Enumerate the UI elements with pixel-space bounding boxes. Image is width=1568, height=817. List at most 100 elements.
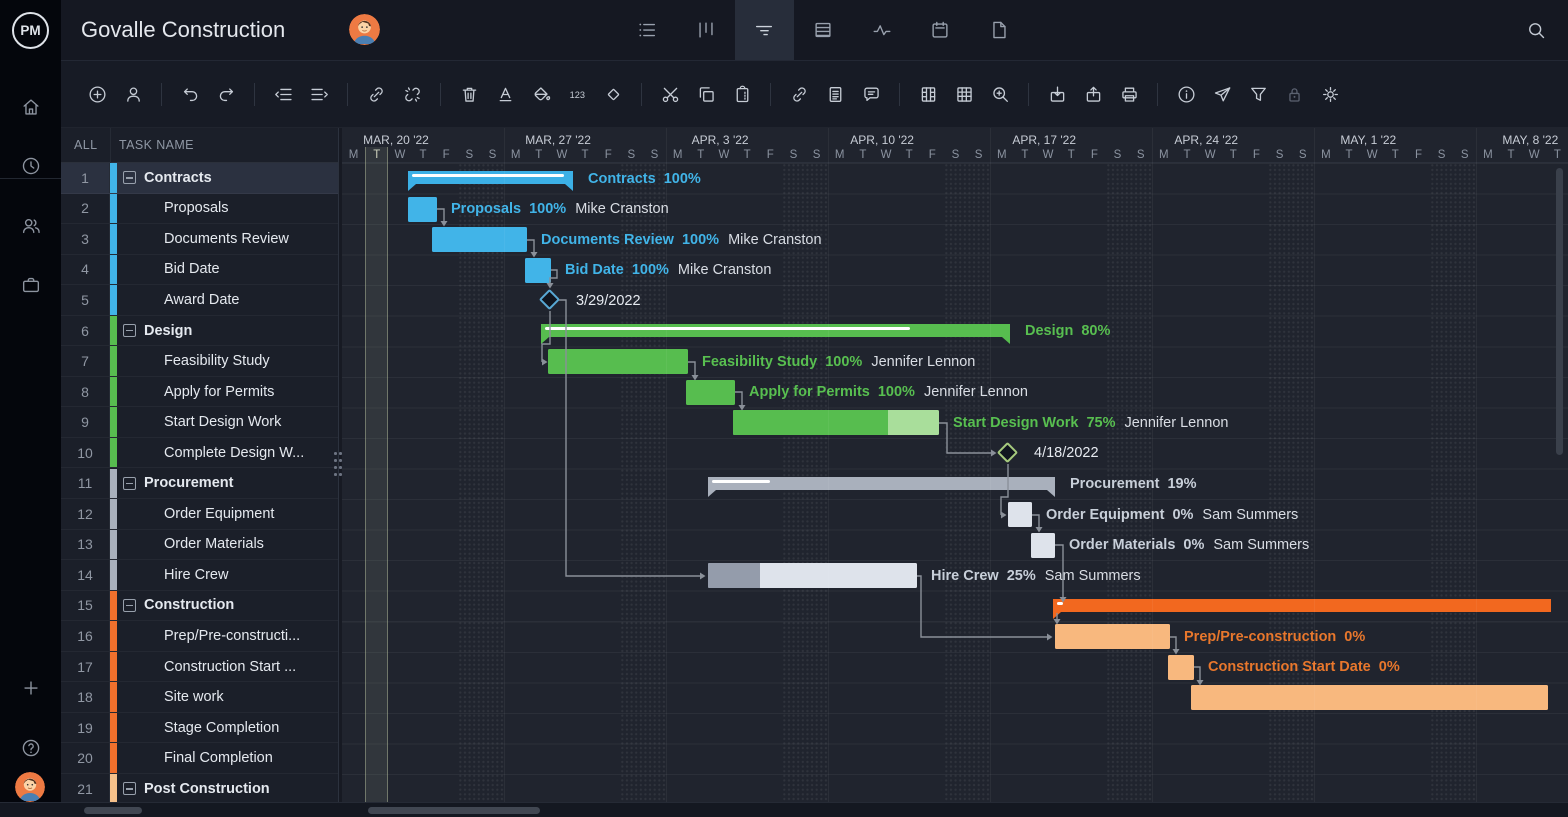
task-row-17[interactable]: 17Construction Start ...	[61, 652, 338, 683]
share-icon[interactable]	[1204, 76, 1240, 112]
row-number: 9	[61, 407, 110, 437]
project-avatar[interactable]	[349, 14, 380, 45]
task-row-9[interactable]: 9Start Design Work	[61, 407, 338, 438]
milestone-icon[interactable]	[595, 76, 631, 112]
team-icon[interactable]	[0, 208, 61, 244]
numbers-icon[interactable]: 123	[559, 76, 595, 112]
timeline-day-label: F	[1245, 147, 1268, 163]
lock-icon[interactable]	[1276, 76, 1312, 112]
timeline-week-label: MAY, 8 '22	[1474, 128, 1568, 147]
indent-icon[interactable]	[301, 76, 337, 112]
user-avatar[interactable]	[15, 772, 45, 802]
delete-icon[interactable]	[451, 76, 487, 112]
task-name: Documents Review	[117, 224, 334, 254]
task-name: Apply for Permits	[117, 377, 334, 407]
cut-icon[interactable]	[652, 76, 688, 112]
add-task-icon[interactable]	[79, 76, 115, 112]
notes-icon[interactable]	[817, 76, 853, 112]
timeline-day-label: W	[1037, 147, 1060, 163]
timeline-day-label: F	[1083, 147, 1106, 163]
columns-icon[interactable]	[910, 76, 946, 112]
undo-icon[interactable]	[172, 76, 208, 112]
help-icon[interactable]	[0, 730, 61, 766]
plus-icon[interactable]	[0, 670, 61, 706]
timeline-day-label: S	[1291, 147, 1314, 163]
collapse-icon[interactable]	[123, 782, 136, 795]
table-icon[interactable]	[946, 76, 982, 112]
timeline-day-label: S	[1106, 147, 1129, 163]
view-tab-document-view[interactable]	[970, 0, 1029, 60]
timeline-day-label: S	[967, 147, 990, 163]
attachment-icon[interactable]	[781, 76, 817, 112]
collapse-icon[interactable]	[123, 599, 136, 612]
task-color-stripe	[110, 194, 117, 224]
timeline-day-label: W	[1361, 147, 1384, 163]
col-header-task-name[interactable]: TASK NAME	[119, 138, 194, 152]
zoom-in-icon[interactable]	[982, 76, 1018, 112]
task-row-19[interactable]: 19Stage Completion	[61, 713, 338, 744]
pm-logo[interactable]: PM	[12, 12, 49, 49]
task-row-1[interactable]: 1Contracts	[61, 163, 338, 194]
task-row-2[interactable]: 2Proposals	[61, 194, 338, 225]
view-tab-list-view[interactable]	[618, 0, 677, 60]
filter-icon[interactable]	[1240, 76, 1276, 112]
task-row-3[interactable]: 3Documents Review	[61, 224, 338, 255]
task-color-stripe	[110, 621, 117, 651]
view-tab-board-view[interactable]	[677, 0, 736, 60]
paste-icon[interactable]	[724, 76, 760, 112]
timeline-day-label: T	[1222, 147, 1245, 163]
task-row-13[interactable]: 13Order Materials	[61, 530, 338, 561]
view-tab-activity-view[interactable]	[852, 0, 911, 60]
task-row-10[interactable]: 10Complete Design W...	[61, 438, 338, 469]
collapse-icon[interactable]	[123, 477, 136, 490]
task-row-15[interactable]: 15Construction	[61, 591, 338, 622]
unlink-tasks-icon[interactable]	[394, 76, 430, 112]
task-row-12[interactable]: 12Order Equipment	[61, 499, 338, 530]
view-tab-gantt-view[interactable]	[735, 0, 794, 60]
task-panel-scrollbar-thumb[interactable]	[84, 807, 142, 814]
task-row-5[interactable]: 5Award Date	[61, 285, 338, 316]
export-icon[interactable]	[1075, 76, 1111, 112]
portfolio-icon[interactable]	[0, 267, 61, 303]
outdent-icon[interactable]	[265, 76, 301, 112]
task-row-4[interactable]: 4Bid Date	[61, 255, 338, 286]
comment-icon[interactable]	[853, 76, 889, 112]
task-row-18[interactable]: 18Site work	[61, 682, 338, 713]
timeline-day-label: W	[1199, 147, 1222, 163]
task-row-16[interactable]: 16Prep/Pre-constructi...	[61, 621, 338, 652]
text-format-icon[interactable]	[487, 76, 523, 112]
task-row-7[interactable]: 7Feasibility Study	[61, 346, 338, 377]
row-number: 3	[61, 224, 110, 254]
logo-area: PM	[0, 0, 61, 61]
task-row-6[interactable]: 6Design	[61, 316, 338, 347]
import-icon[interactable]	[1039, 76, 1075, 112]
col-header-all[interactable]: ALL	[74, 138, 97, 152]
search-icon[interactable]	[1520, 14, 1552, 46]
add-user-icon[interactable]	[115, 76, 151, 112]
collapse-icon[interactable]	[123, 171, 136, 184]
gantt-scrollbar-thumb[interactable]	[368, 807, 540, 814]
settings-icon[interactable]	[1312, 76, 1348, 112]
collapse-icon[interactable]	[123, 324, 136, 337]
timeline-day-label: W	[1523, 147, 1546, 163]
link-tasks-icon[interactable]	[358, 76, 394, 112]
view-tab-calendar-view[interactable]	[911, 0, 970, 60]
fill-color-icon[interactable]	[523, 76, 559, 112]
dependency-connectors	[342, 163, 1568, 802]
info-icon[interactable]	[1168, 76, 1204, 112]
home-icon[interactable]	[0, 89, 61, 125]
task-color-stripe	[110, 682, 117, 712]
row-number: 20	[61, 743, 110, 773]
clock-icon[interactable]	[0, 148, 61, 184]
task-row-8[interactable]: 8Apply for Permits	[61, 377, 338, 408]
print-icon[interactable]	[1111, 76, 1147, 112]
task-row-14[interactable]: 14Hire Crew	[61, 560, 338, 591]
vertical-scrollbar-thumb[interactable]	[1556, 168, 1563, 455]
task-color-stripe	[110, 163, 117, 193]
task-row-20[interactable]: 20Final Completion	[61, 743, 338, 774]
view-tab-sheet-view[interactable]	[794, 0, 853, 60]
redo-icon[interactable]	[208, 76, 244, 112]
task-row-21[interactable]: 21Post Construction	[61, 774, 338, 802]
task-row-11[interactable]: 11Procurement	[61, 469, 338, 500]
copy-icon[interactable]	[688, 76, 724, 112]
